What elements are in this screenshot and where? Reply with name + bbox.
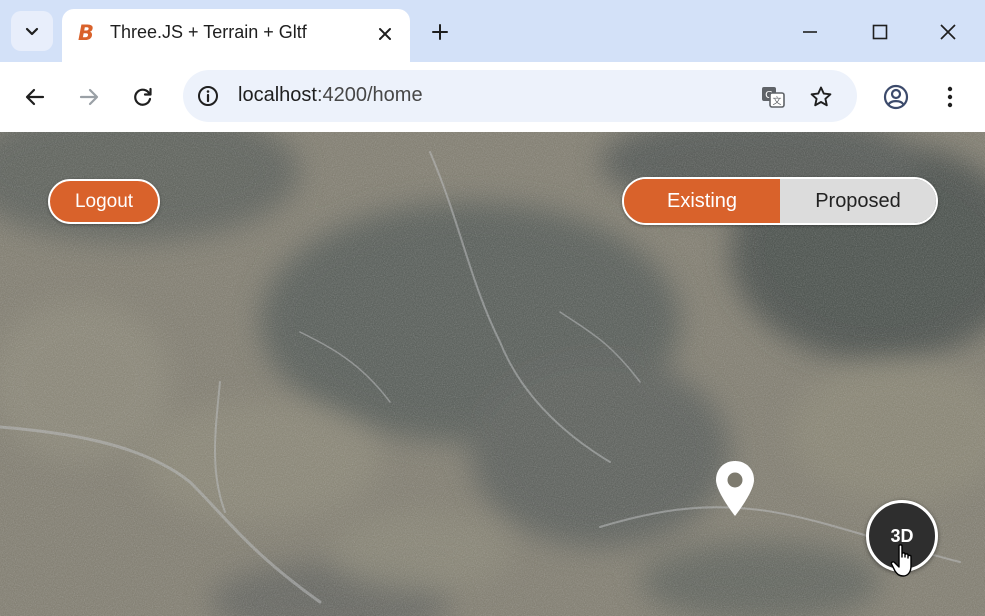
toggle-option-proposed[interactable]: Proposed (780, 179, 936, 223)
existing-proposed-toggle: Existing Proposed (622, 177, 938, 225)
tab-close-button[interactable] (372, 21, 398, 47)
maximize-icon (872, 24, 888, 40)
reload-button[interactable] (125, 79, 161, 115)
forward-button[interactable] (71, 79, 107, 115)
forward-arrow-icon (79, 88, 99, 106)
site-info-button[interactable] (195, 83, 221, 109)
tab-search-button[interactable] (11, 11, 53, 51)
plus-icon (432, 24, 448, 40)
star-icon (810, 86, 832, 107)
close-icon (379, 28, 391, 40)
window-close-button[interactable] (928, 13, 968, 51)
toggle-option-existing[interactable]: Existing (624, 179, 780, 223)
url-host: localhost (238, 84, 317, 106)
profile-icon (883, 84, 909, 110)
info-icon (198, 86, 218, 106)
tab-title: Three.JS + Terrain + Gltf (110, 22, 307, 42)
browser-toolbar: localhost:4200/home G文 (0, 62, 985, 132)
bookmark-button[interactable] (807, 83, 835, 111)
url-path: :4200/home (316, 84, 423, 106)
back-button[interactable] (17, 79, 53, 115)
tab-strip: B Three.JS + Terrain + Gltf (0, 0, 985, 62)
translate-button[interactable]: G文 (759, 83, 787, 111)
maximize-button[interactable] (860, 13, 900, 51)
profile-button[interactable] (878, 79, 914, 115)
reload-icon (134, 87, 152, 106)
active-tab[interactable]: B Three.JS + Terrain + Gltf (62, 9, 410, 62)
browser-menu-button[interactable] (932, 79, 968, 115)
new-tab-button[interactable] (424, 16, 456, 48)
svg-text:文: 文 (772, 95, 781, 107)
minimize-button[interactable] (790, 13, 830, 51)
logout-button[interactable]: Logout (48, 179, 160, 224)
url-text[interactable]: localhost:4200/home (238, 84, 423, 107)
kebab-menu-icon (947, 86, 953, 108)
hand-cursor-icon (890, 544, 912, 577)
minimize-icon (803, 31, 817, 33)
back-arrow-icon (25, 88, 45, 106)
tab-search-icon (25, 27, 39, 36)
translate-icon: G文 (762, 87, 785, 108)
address-bar[interactable]: localhost:4200/home G文 (183, 70, 857, 122)
window-close-icon (940, 24, 956, 40)
map-pin-icon[interactable] (712, 458, 758, 520)
favicon-icon: B (78, 21, 95, 45)
map-viewport[interactable]: Logout Existing Proposed 3D (0, 132, 985, 616)
